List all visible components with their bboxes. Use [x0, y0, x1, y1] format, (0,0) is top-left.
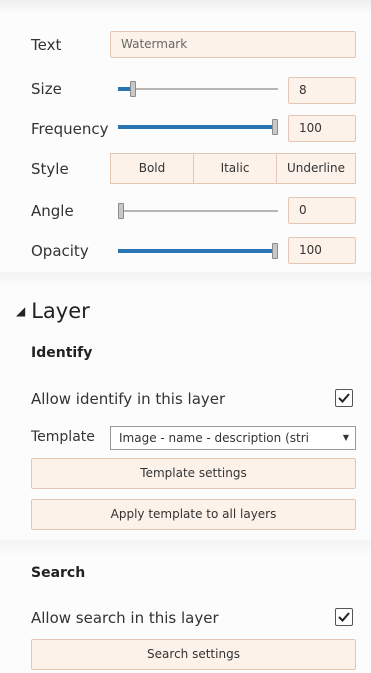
- size-label: Size: [31, 80, 62, 98]
- style-label: Style: [31, 160, 69, 178]
- frequency-slider-thumb[interactable]: [272, 119, 278, 135]
- search-divider: [0, 540, 371, 556]
- underline-button[interactable]: Underline: [276, 153, 356, 184]
- allow-identify-checkbox[interactable]: [335, 389, 353, 407]
- text-label: Text: [31, 36, 62, 54]
- bold-button[interactable]: Bold: [110, 153, 194, 184]
- collapse-triangle-icon[interactable]: ◢: [16, 298, 25, 324]
- dropdown-arrow-icon: ▼: [342, 433, 349, 442]
- size-slider[interactable]: [118, 81, 278, 97]
- frequency-value-input[interactable]: 100: [288, 115, 356, 142]
- size-slider-thumb[interactable]: [130, 81, 136, 97]
- allow-identify-label: Allow identify in this layer: [31, 390, 226, 408]
- frequency-slider-fill: [118, 125, 275, 129]
- angle-slider[interactable]: [118, 203, 278, 219]
- template-select-value: Image - name - description (stri: [119, 431, 309, 445]
- apply-template-all-button[interactable]: Apply template to all layers: [31, 499, 356, 530]
- top-divider: [0, 0, 371, 14]
- search-header: Search: [31, 565, 86, 581]
- allow-search-label: Allow search in this layer: [31, 609, 219, 627]
- allow-search-checkbox[interactable]: [335, 608, 353, 626]
- opacity-value-input[interactable]: 100: [288, 237, 356, 264]
- opacity-slider[interactable]: [118, 243, 278, 259]
- angle-slider-thumb[interactable]: [118, 203, 124, 219]
- template-settings-button[interactable]: Template settings: [31, 458, 356, 489]
- frequency-slider[interactable]: [118, 119, 278, 135]
- checkmark-icon: [338, 612, 350, 622]
- opacity-slider-thumb[interactable]: [272, 243, 278, 259]
- angle-label: Angle: [31, 202, 74, 220]
- layer-section-header[interactable]: ◢ Layer: [16, 298, 90, 324]
- opacity-slider-fill: [118, 249, 275, 253]
- search-settings-button[interactable]: Search settings: [31, 639, 356, 670]
- angle-value-input[interactable]: 0: [288, 197, 356, 224]
- watermark-text-input[interactable]: Watermark: [110, 31, 356, 58]
- identify-header: Identify: [31, 345, 93, 361]
- opacity-label: Opacity: [31, 242, 89, 260]
- properties-panel: Text Watermark Size 8 Frequency 100 Styl…: [0, 0, 371, 673]
- frequency-label: Frequency: [31, 120, 109, 138]
- template-select[interactable]: Image - name - description (stri ▼: [110, 426, 356, 450]
- section-divider: [0, 272, 371, 288]
- checkmark-icon: [338, 393, 350, 403]
- template-label: Template: [31, 429, 95, 445]
- size-value-input[interactable]: 8: [288, 77, 356, 104]
- layer-section-title: Layer: [31, 299, 90, 323]
- italic-button[interactable]: Italic: [193, 153, 277, 184]
- angle-slider-track: [118, 210, 278, 212]
- size-slider-track: [118, 88, 278, 90]
